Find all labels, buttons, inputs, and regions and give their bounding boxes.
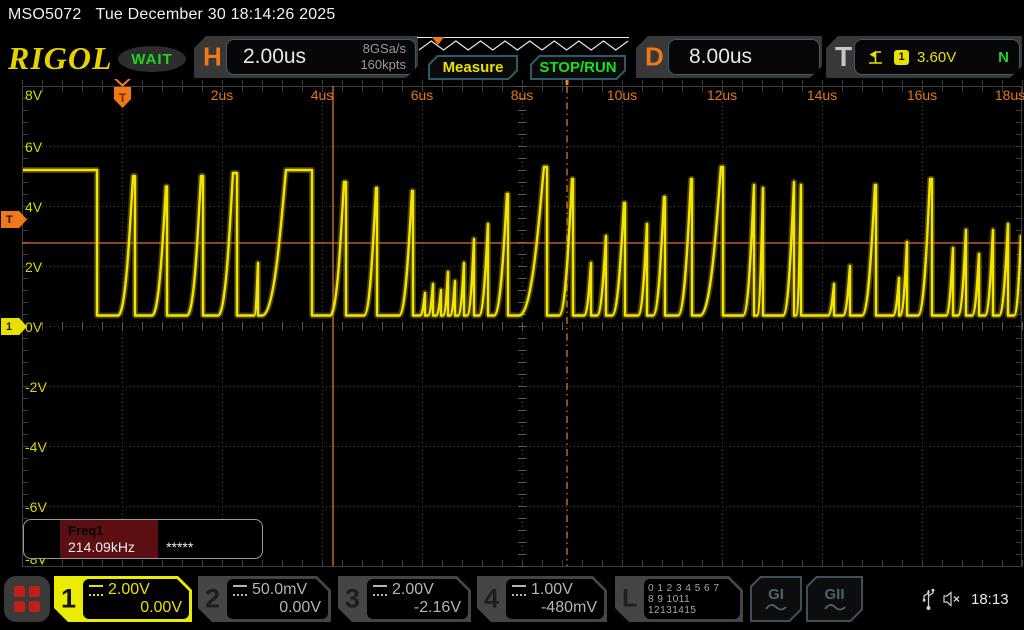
measurement-width2[interactable]: -Width2 ***** — [158, 520, 262, 558]
logic-label: L — [622, 585, 637, 614]
volt-label: -6V — [25, 499, 47, 515]
falling-edge-icon — [867, 49, 884, 65]
channel-1-number: 1 — [61, 584, 76, 615]
dc-coupling-icon — [89, 585, 103, 596]
dc-coupling-icon — [373, 585, 387, 596]
volt-label: 6V — [25, 139, 42, 155]
time-label: 2us — [211, 87, 234, 103]
generator-1-label: GI — [768, 587, 784, 602]
channel-4-offset: -480mV — [512, 599, 597, 617]
waveform-overview-bar[interactable] — [417, 35, 633, 53]
titlebar: MSO5072 Tue December 30 18:14:26 2025 — [8, 6, 336, 24]
clock: 18:13 — [971, 591, 1009, 608]
time-label: 4us — [311, 87, 334, 103]
channel-1-scale: 2.00V — [108, 581, 150, 599]
channel-3-offset: -2.16V — [373, 599, 461, 617]
time-label: 16us — [907, 87, 937, 103]
menu-grid-tile — [14, 601, 25, 612]
delay-settings-button[interactable]: D 8.00us — [636, 36, 822, 78]
model-name: MSO5072 — [8, 6, 81, 23]
channel-4-box[interactable]: 4 1.00V -480mV — [477, 576, 607, 622]
time-label: 14us — [807, 87, 837, 103]
generator-2-button[interactable]: GII — [806, 576, 863, 622]
waveform-display — [22, 78, 1024, 574]
channel-1-offset: 0.00V — [89, 599, 182, 617]
d-label: D — [645, 42, 664, 73]
time-label: 18us — [995, 87, 1024, 103]
h-label: H — [203, 42, 222, 73]
channel-3-number: 3 — [345, 584, 360, 615]
trigger-level-value: 3.60V — [917, 49, 956, 66]
memory-depth: 160kpts — [360, 57, 406, 73]
measure-button-label: Measure — [430, 57, 516, 78]
measurement-freq1-value: 214.09kHz — [68, 539, 150, 555]
trigger-mode: N — [998, 49, 1009, 66]
trigger-source-badge: 1 — [894, 50, 909, 65]
measurement-width2-value: ***** — [166, 539, 254, 555]
usb-icon — [922, 587, 935, 611]
sine-wave-icon — [765, 602, 787, 612]
speaker-muted-icon — [943, 591, 963, 607]
horizontal-value-box: 2.00us 8GSa/s 160kpts — [226, 39, 416, 75]
measurement-width2-label: -Width2 — [166, 523, 254, 538]
generator-1-button[interactable]: GI — [750, 576, 802, 622]
sine-wave-icon — [824, 602, 846, 612]
channel-2-box[interactable]: 2 50.0mV 0.00V — [198, 576, 331, 622]
measure-button[interactable]: Measure — [428, 55, 518, 80]
measurement-panel[interactable]: Freq1 214.09kHz -Width2 ***** — [23, 519, 263, 559]
logic-row-1: 0 1 2 3 4 5 6 7 — [648, 583, 733, 594]
channel-2-scale: 50.0mV — [252, 581, 307, 599]
channel-3-scale: 2.00V — [392, 581, 434, 599]
time-label: 8us — [511, 87, 534, 103]
trigger-settings-button[interactable]: T 1 3.60V N — [826, 36, 1022, 78]
menu-grid-tile — [14, 586, 25, 597]
dc-coupling-icon — [512, 585, 526, 596]
oscilloscope-screen: MSO5072 Tue December 30 18:14:26 2025 RIG… — [0, 0, 1024, 630]
channel-4-number: 4 — [484, 584, 499, 615]
channel-2-offset: 0.00V — [233, 599, 321, 617]
generator-2-label: GII — [824, 587, 844, 602]
t-label: T — [835, 41, 852, 73]
channel-3-box[interactable]: 3 2.00V -2.16V — [338, 576, 471, 622]
menu-grid-tile — [29, 601, 40, 612]
sample-rate-memory: 8GSa/s 160kpts — [360, 41, 406, 73]
dc-coupling-icon — [233, 585, 247, 596]
logic-channels-box[interactable]: L 0 1 2 3 4 5 6 7 8 9 1011 12131415 — [615, 576, 743, 622]
delay-value: 8.00us — [689, 45, 752, 69]
channel-4-scale: 1.00V — [531, 581, 573, 599]
time-label: 12us — [707, 87, 737, 103]
volt-label: 4V — [25, 199, 42, 215]
volt-label: -2V — [25, 379, 47, 395]
acquisition-status-badge: WAIT — [118, 46, 186, 72]
graticule-area: 2us 4us 6us 8us 10us 12us 14us 16us 18us 8V 6V 4V 2V… — [22, 78, 1024, 574]
stop-run-button-label: STOP/RUN — [532, 57, 624, 78]
measurement-freq1[interactable]: Freq1 214.09kHz — [60, 520, 158, 558]
channel-1-box[interactable]: 1 2.00V 0.00V — [54, 576, 192, 622]
rigol-logo: RIGOL — [8, 40, 113, 77]
trigger-value-box: 1 3.60V N — [854, 39, 1020, 75]
volt-label: 8V — [25, 87, 42, 103]
measurement-freq1-label: Freq1 — [68, 523, 150, 538]
volt-label: -4V — [25, 439, 47, 455]
time-label: 10us — [607, 87, 637, 103]
delay-value-box: 8.00us — [668, 39, 820, 75]
menu-grid-tile — [29, 586, 40, 597]
channel-2-number: 2 — [205, 584, 220, 615]
time-label: 6us — [411, 87, 434, 103]
timebase-scale: 2.00us — [243, 45, 306, 69]
horizontal-settings-button[interactable]: H 2.00us 8GSa/s 160kpts — [194, 36, 418, 78]
datetime: Tue December 30 18:14:26 2025 — [95, 6, 335, 23]
stop-run-button[interactable]: STOP/RUN — [530, 55, 626, 80]
sample-rate: 8GSa/s — [360, 41, 406, 57]
menu-grid-button[interactable] — [4, 576, 50, 622]
volt-label: 0V — [25, 319, 42, 335]
logic-row-2: 8 9 1011 12131415 — [648, 594, 733, 616]
volt-label: 2V — [25, 259, 42, 275]
